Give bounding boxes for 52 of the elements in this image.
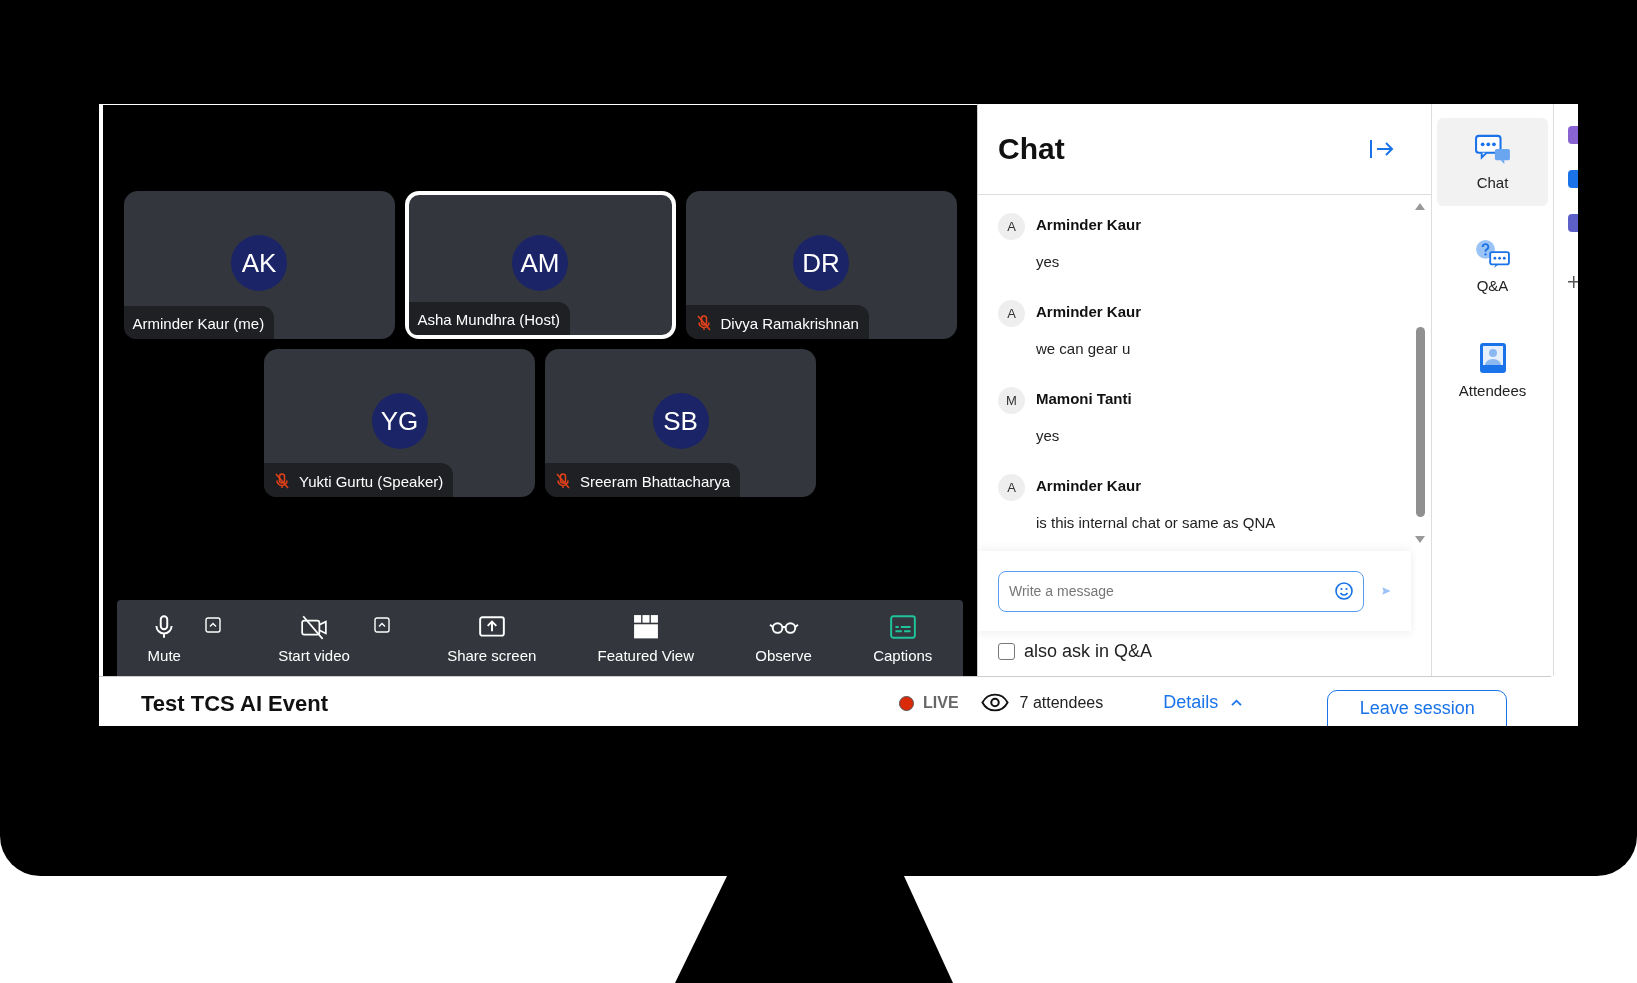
- author-avatar: M: [998, 387, 1025, 414]
- person-card-icon: [1478, 341, 1507, 374]
- author-avatar: A: [998, 300, 1025, 327]
- avatar-initials: YG: [371, 393, 428, 449]
- details-button[interactable]: Details: [1163, 692, 1244, 713]
- checkbox[interactable]: [998, 643, 1015, 660]
- event-title: Test TCS AI Event: [141, 691, 330, 717]
- toolbar-button[interactable]: Featured View: [593, 610, 698, 666]
- avatar-initials: DR: [793, 235, 849, 291]
- side-tab[interactable]: Attendees: [1437, 326, 1548, 414]
- side-tab[interactable]: Chat: [1437, 118, 1548, 206]
- author-avatar: A: [998, 213, 1025, 240]
- avatar-initials: AM: [512, 235, 568, 291]
- toolbar-button[interactable]: Observe: [751, 610, 816, 666]
- toolbar-button[interactable]: Start video: [274, 610, 354, 666]
- message-input[interactable]: Write a message: [998, 570, 1364, 612]
- question-chat-icon: [1474, 238, 1511, 269]
- attendee-count: 7 attendees: [1019, 693, 1104, 712]
- eye-icon: [980, 693, 1009, 712]
- options-caret-button[interactable]: [373, 616, 390, 633]
- checkbox-label: also ask in Q&A: [1024, 641, 1153, 662]
- message-text: is this internal chat or same as QNA: [1036, 514, 1276, 531]
- participant-name: Sreeram Bhattacharya: [580, 472, 731, 490]
- author-avatar: A: [998, 474, 1025, 501]
- message-author: Mamoni Tanti: [1036, 390, 1132, 407]
- leave-session-button[interactable]: Leave session: [1327, 690, 1508, 726]
- avatar-initials: SB: [652, 393, 709, 449]
- participant-name: Yukti Gurtu (Speaker): [299, 472, 444, 490]
- message-author: Arminder Kaur: [1036, 216, 1142, 233]
- toolbar-button[interactable]: Share screen: [443, 610, 541, 666]
- grid-view-icon: [632, 612, 659, 641]
- participant-name: Divya Ramakrishnan: [720, 314, 859, 332]
- message-text: we can gear u: [1036, 340, 1132, 357]
- message-author: Arminder Kaur: [1036, 477, 1143, 494]
- captions-icon: [888, 612, 917, 641]
- toolbar-button[interactable]: Mute: [143, 610, 185, 666]
- participant-name: Asha Mundhra (Host): [417, 311, 561, 328]
- panel-title: Chat: [998, 132, 1065, 166]
- options-caret-button[interactable]: [204, 616, 221, 633]
- message-text: yes: [1036, 427, 1061, 444]
- chat-bubbles-icon: [1473, 133, 1512, 166]
- collapse-panel-icon[interactable]: [1369, 138, 1395, 160]
- emoji-icon[interactable]: [1334, 581, 1354, 601]
- message-author: Arminder Kaur: [1036, 303, 1142, 320]
- caret-icon: [1230, 698, 1244, 707]
- participant-name: Arminder Kaur (me): [132, 315, 265, 332]
- message-text: yes: [1036, 253, 1061, 270]
- live-dot-icon: [899, 695, 914, 711]
- toolbar-button[interactable]: Captions: [869, 610, 937, 666]
- live-label: LIVE: [923, 694, 959, 712]
- avatar-initials: AK: [231, 235, 287, 291]
- side-tab[interactable]: Q&A: [1437, 222, 1548, 310]
